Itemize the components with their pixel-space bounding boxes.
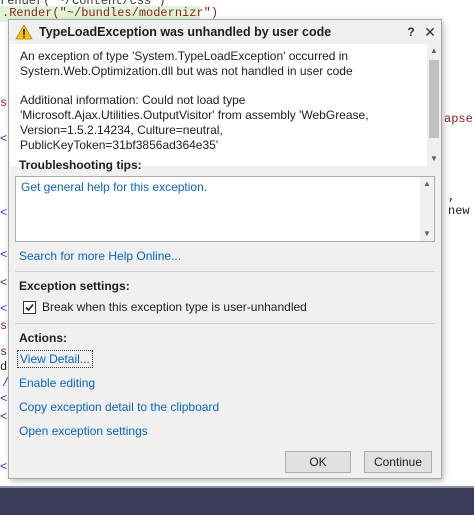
close-icon[interactable]: ✕ [422,23,438,41]
checkmark-icon [25,303,34,312]
code-keyword: new [448,204,470,218]
scrollbar-thumb[interactable] [429,60,439,138]
code-fragment: s [0,319,8,333]
dialog-titlebar[interactable]: TypeLoadException was unhandled by user … [9,20,441,44]
tips-scrollbar[interactable]: ▲ ▼ [420,177,434,241]
open-exception-settings-link[interactable]: Open exception settings [19,424,148,438]
taskbar [0,488,474,515]
scroll-down-icon[interactable]: ▼ [427,152,441,166]
code-fragment: < [0,248,8,262]
code-fragment-right: apse" [444,112,474,126]
warning-icon [15,24,33,40]
copy-exception-detail-link[interactable]: Copy exception detail to the clipboard [19,400,219,414]
continue-button[interactable]: Continue [364,451,432,473]
code-fragment: < [0,302,8,316]
divider [15,323,435,324]
search-help-online-link[interactable]: Search for more Help Online... [19,249,181,263]
code-fragment: < [0,410,8,424]
code-fragment: s [0,96,8,110]
scroll-up-icon[interactable]: ▲ [420,177,434,191]
code-fragment: < [0,132,8,146]
code-fragment: < [0,460,8,474]
general-help-link[interactable]: Get general help for this exception. [21,180,207,194]
break-when-unhandled-label[interactable]: Break when this exception type is user-u… [42,300,307,314]
dialog-title: TypeLoadException was unhandled by user … [39,25,332,39]
scroll-up-icon[interactable]: ▲ [427,44,441,58]
exception-dialog: TypeLoadException was unhandled by user … [8,19,442,479]
enable-editing-link[interactable]: Enable editing [19,376,95,390]
additional-info-line: Version=1.5.2.14234, Culture=neutral, Pu… [20,123,223,152]
exception-settings-label: Exception settings: [19,279,130,293]
code-fragment: s [0,345,8,359]
ok-button[interactable]: OK [285,451,351,473]
additional-info-line: 'Microsoft.Ajax.Utilities.OutputVisitor'… [20,108,369,122]
view-detail-link[interactable]: View Detail... [17,350,93,368]
code-fragment: < [0,392,8,406]
troubleshooting-tips-box: Get general help for this exception. ▲ ▼ [15,176,435,242]
help-button[interactable]: ? [403,23,419,41]
troubleshooting-label: Troubleshooting tips: [19,158,142,172]
code-fragment: < [0,276,8,290]
exception-message-line: An exception of type 'System.TypeLoadExc… [20,49,349,63]
actions-label: Actions: [19,331,67,345]
divider [15,271,435,272]
additional-info-line: Additional information: Could not load t… [20,93,246,107]
message-scrollbar[interactable]: ▲ ▼ [427,44,441,166]
scroll-down-icon[interactable]: ▼ [420,227,434,241]
code-fragment-right: , new [448,190,470,218]
exception-message-panel: An exception of type 'System.TypeLoadExc… [10,44,441,166]
code-fragment: < [0,206,8,220]
exception-message-line: System.Web.Optimization.dll but was not … [20,64,353,78]
break-when-unhandled-checkbox[interactable] [23,301,36,314]
code-fragment: d [0,360,8,374]
